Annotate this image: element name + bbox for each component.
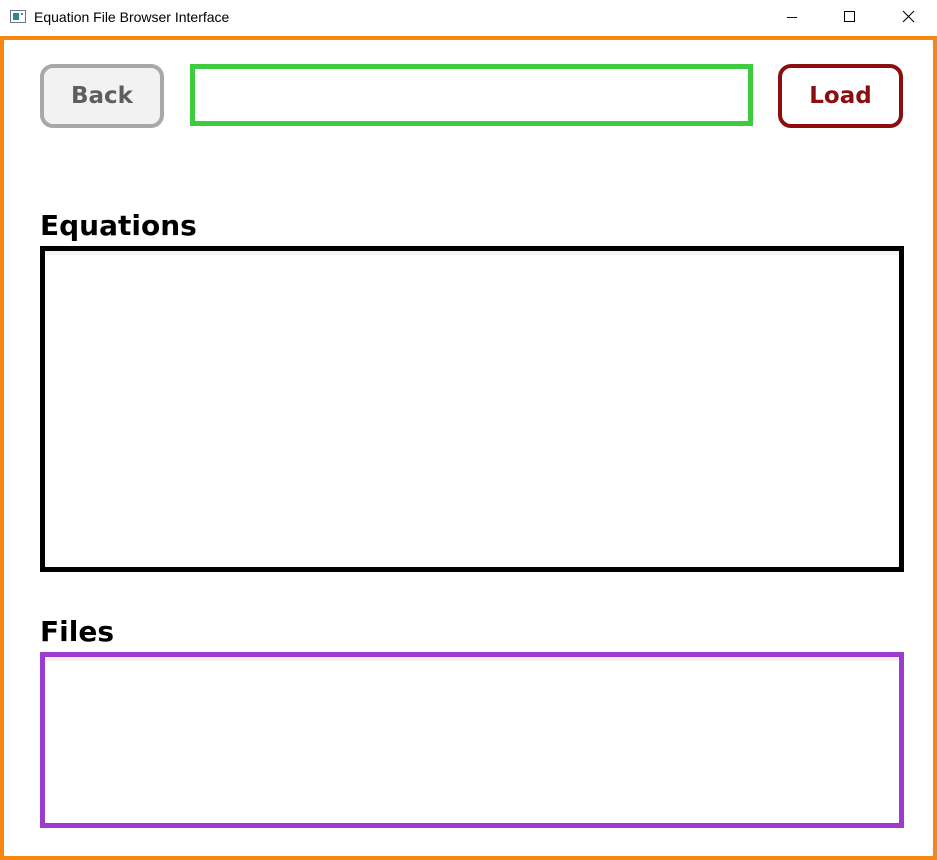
minimize-icon xyxy=(787,17,797,18)
back-button[interactable]: Back xyxy=(40,64,164,128)
equations-heading: Equations xyxy=(40,209,197,242)
title-bar[interactable]: Equation File Browser Interface xyxy=(0,0,937,36)
files-list[interactable] xyxy=(40,652,904,828)
main-panel: Back Load Equations Files xyxy=(0,36,937,860)
maximize-button[interactable] xyxy=(821,0,879,36)
app-window-icon xyxy=(10,10,26,23)
files-heading: Files xyxy=(40,615,114,648)
close-icon xyxy=(902,10,915,23)
minimize-button[interactable] xyxy=(763,0,821,36)
close-button[interactable] xyxy=(879,0,937,36)
path-input[interactable] xyxy=(190,64,753,126)
window-title: Equation File Browser Interface xyxy=(34,9,230,25)
load-button[interactable]: Load xyxy=(778,64,903,128)
app-window: Equation File Browser Interface Back Loa… xyxy=(0,0,937,860)
equations-list[interactable] xyxy=(40,246,904,572)
maximize-icon xyxy=(844,11,855,22)
